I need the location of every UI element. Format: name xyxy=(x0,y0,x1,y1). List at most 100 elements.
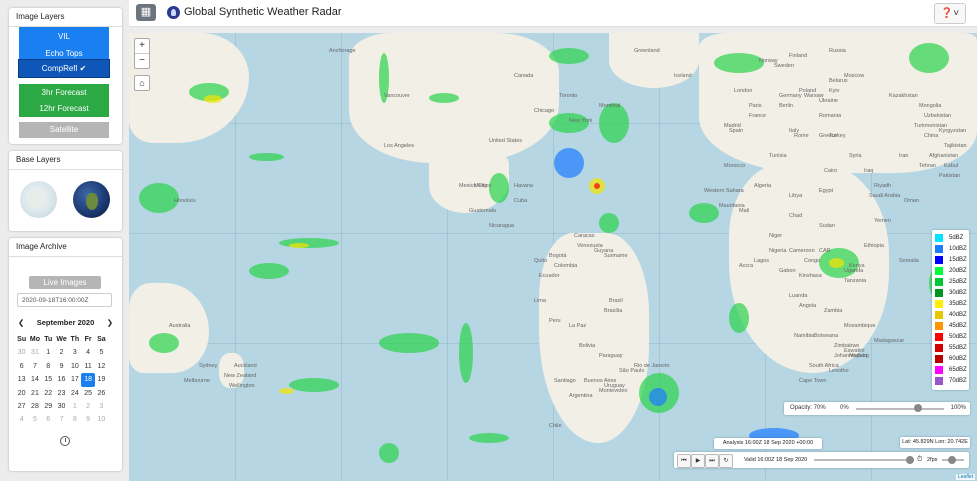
app-logo-icon xyxy=(167,6,180,19)
calendar-day[interactable]: 3 xyxy=(95,400,108,413)
legend-swatch xyxy=(935,344,943,352)
calendar-day[interactable]: 24 xyxy=(68,387,81,400)
calendar-day[interactable]: 14 xyxy=(28,373,41,386)
calendar-day[interactable]: 2 xyxy=(55,346,68,359)
help-dropdown-button[interactable]: ❓˅ xyxy=(934,3,966,24)
calendar-day[interactable]: 10 xyxy=(68,360,81,373)
calendar-day[interactable]: 20 xyxy=(15,387,28,400)
radar-echo xyxy=(599,213,619,233)
radar-echo xyxy=(459,323,473,383)
radar-echo xyxy=(429,93,459,103)
calendar-day[interactable]: 7 xyxy=(55,413,68,426)
weather-map[interactable]: + − ⌂ United States Mexico Canada Brazil Per… xyxy=(129,33,977,481)
dark-basemap-globe-icon[interactable] xyxy=(73,181,110,218)
step-back-button[interactable]: ⏮ xyxy=(677,454,691,468)
cursor-coordinates: Lat: 45.829N Lon: 20.742E xyxy=(900,437,970,448)
calendar-day[interactable]: 9 xyxy=(81,413,94,426)
apps-grid-button[interactable]: ▦ xyxy=(136,4,156,21)
map-place-label: Cuba xyxy=(514,198,528,204)
leaflet-attribution[interactable]: Leaflet xyxy=(955,474,975,480)
calendar-day[interactable]: 1 xyxy=(68,400,81,413)
forecast-3hr-button[interactable]: 3hr Forecast xyxy=(19,84,109,101)
refresh-button[interactable]: ↻ xyxy=(719,454,733,468)
calendar-day[interactable]: 26 xyxy=(95,387,108,400)
calendar-day[interactable]: 4 xyxy=(81,346,94,359)
calendar-day[interactable]: 9 xyxy=(55,360,68,373)
time-slider-handle[interactable] xyxy=(906,456,914,464)
calendar-day[interactable]: 6 xyxy=(42,413,55,426)
calendar-day[interactable]: 30 xyxy=(55,400,68,413)
calendar-week-row: 30 31 1 2 3 4 5 xyxy=(15,346,119,359)
calendar-day[interactable]: 16 xyxy=(55,373,68,386)
calendar-day[interactable]: 10 xyxy=(95,413,108,426)
archive-date-input[interactable]: 2020-09-18T16:00:00Z xyxy=(17,293,112,307)
calendar-day[interactable]: 17 xyxy=(68,373,81,386)
map-place-label: Lesotho xyxy=(829,368,849,374)
calendar-day[interactable]: 30 xyxy=(15,346,28,359)
opacity-slider-handle[interactable] xyxy=(913,404,922,412)
zoom-out-button[interactable]: − xyxy=(135,53,149,68)
calendar-day-selected[interactable]: 18 xyxy=(81,373,95,387)
forecast-12hr-button[interactable]: 12hr Forecast xyxy=(19,100,109,117)
calendar-day[interactable]: 8 xyxy=(42,360,55,373)
calendar-day[interactable]: 31 xyxy=(28,346,41,359)
map-place-label: Egypt xyxy=(819,188,834,194)
calendar-day[interactable]: 25 xyxy=(81,387,94,400)
map-place-label: Romania xyxy=(819,113,842,119)
map-place-label: Anchorage xyxy=(329,48,356,54)
light-basemap-globe-icon[interactable] xyxy=(20,181,57,218)
calendar-day[interactable]: 23 xyxy=(55,387,68,400)
play-button[interactable]: ▶ xyxy=(691,454,705,468)
live-images-button[interactable]: Live Images xyxy=(29,276,101,289)
calendar-day[interactable]: 4 xyxy=(15,413,28,426)
calendar-day[interactable]: 2 xyxy=(81,400,94,413)
calendar-day[interactable]: 7 xyxy=(28,360,41,373)
calendar-day[interactable]: 15 xyxy=(42,373,55,386)
legend-swatch xyxy=(935,300,943,308)
calendar-day[interactable]: 1 xyxy=(42,346,55,359)
clock-icon[interactable] xyxy=(60,436,70,446)
zoom-in-button[interactable]: + xyxy=(135,39,149,53)
map-place-label: Guatemala xyxy=(469,208,496,214)
map-place-label: Lagos xyxy=(754,258,769,264)
map-place-label: Uzbekistan xyxy=(924,113,952,119)
calendar-day[interactable]: 3 xyxy=(68,346,81,359)
calendar-day[interactable]: 13 xyxy=(15,373,28,386)
map-place-label: Toronto xyxy=(559,93,578,99)
legend-label: 35dBZ xyxy=(949,301,967,307)
map-place-label: Greenland xyxy=(634,48,660,54)
map-place-label: La Paz xyxy=(569,323,587,329)
radar-echo xyxy=(149,333,179,353)
image-layers-heading: Image Layers xyxy=(9,8,122,27)
map-place-label: Warsaw xyxy=(804,93,824,99)
calendar-day[interactable]: 22 xyxy=(42,387,55,400)
time-slider-track[interactable] xyxy=(814,459,914,461)
step-forward-button[interactable]: ⏭ xyxy=(705,454,719,468)
comp-refl-button[interactable]: CompRefl ✔ xyxy=(19,60,109,77)
calendar-day[interactable]: 8 xyxy=(68,413,81,426)
graticule-line xyxy=(659,33,660,481)
satellite-button[interactable]: Satellite xyxy=(19,122,109,138)
calendar-day[interactable]: 27 xyxy=(15,400,28,413)
map-place-label: Canada xyxy=(514,73,534,79)
calendar-day[interactable]: 19 xyxy=(95,373,108,386)
opacity-control: Opacity: 70% 0% 100% xyxy=(784,402,970,415)
radar-echo xyxy=(689,203,719,223)
calendar-day[interactable]: 5 xyxy=(28,413,41,426)
calendar-day[interactable]: 6 xyxy=(15,360,28,373)
calendar-day[interactable]: 11 xyxy=(81,360,94,373)
app-title: Global Synthetic Weather Radar xyxy=(184,6,342,18)
calendar-day[interactable]: 5 xyxy=(95,346,108,359)
map-place-label: Ethiopia xyxy=(864,243,884,249)
home-view-button[interactable]: ⌂ xyxy=(134,75,150,91)
map-place-label: Sydney xyxy=(199,363,218,369)
opacity-slider-track[interactable] xyxy=(856,408,944,410)
calendar-next-icon[interactable]: ❯ xyxy=(107,318,113,327)
calendar-day[interactable]: 12 xyxy=(95,360,108,373)
map-place-label: New York xyxy=(569,118,593,124)
calendar-day[interactable]: 29 xyxy=(42,400,55,413)
map-place-label: Paris xyxy=(749,103,762,109)
calendar-day[interactable]: 21 xyxy=(28,387,41,400)
speed-slider-handle[interactable] xyxy=(948,456,956,464)
calendar-day[interactable]: 28 xyxy=(28,400,41,413)
